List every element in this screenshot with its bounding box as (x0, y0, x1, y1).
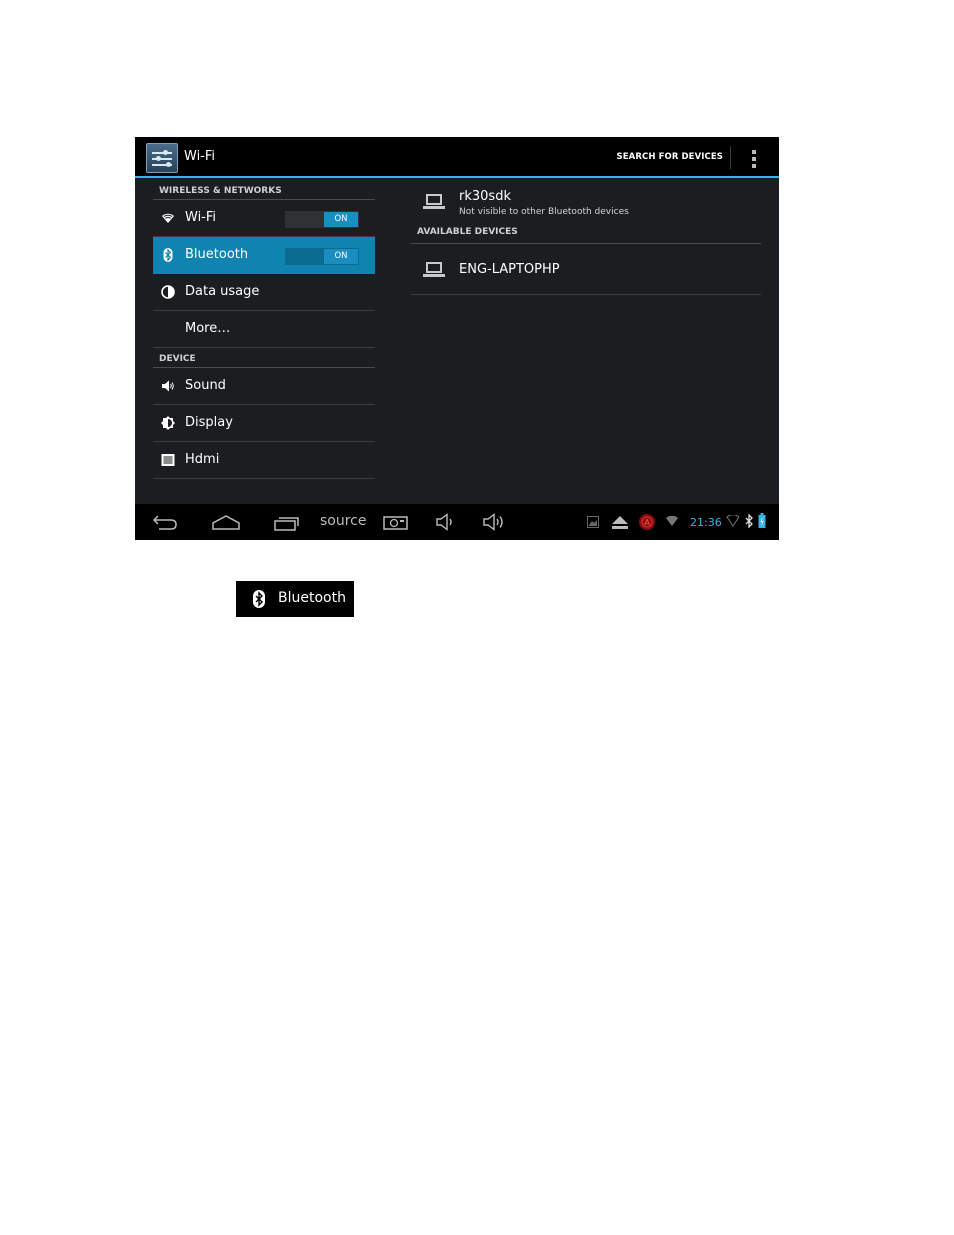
data-usage-label: Data usage (185, 284, 260, 299)
own-device: rk30sdk Not visible to other Bluetooth d… (411, 180, 761, 222)
svg-text:A: A (644, 518, 650, 527)
hdmi-label: Hdmi (185, 452, 220, 467)
home-icon[interactable] (211, 513, 241, 531)
display-label: Display (185, 415, 233, 430)
gallery-notification-icon (587, 516, 599, 528)
back-icon[interactable] (151, 513, 179, 531)
bluetooth-status-icon (745, 514, 753, 528)
settings-item-sound[interactable]: Sound (153, 368, 375, 405)
settings-item-wifi[interactable]: Wi-Fi ON (153, 200, 375, 237)
bluetooth-icon (253, 590, 265, 608)
bluetooth-toggle[interactable]: ON (285, 248, 359, 265)
bluetooth-label: Bluetooth (185, 247, 249, 262)
wifi-toggle[interactable]: ON (285, 211, 359, 228)
bluetooth-callout-label: Bluetooth (278, 590, 346, 606)
sound-label: Sound (185, 378, 226, 393)
wifi-status-icon (666, 516, 678, 526)
bluetooth-panel: rk30sdk Not visible to other Bluetooth d… (411, 180, 761, 295)
settings-item-bluetooth[interactable]: Bluetooth ON (153, 237, 375, 274)
tablet-screen: Wi-Fi SEARCH FOR DEVICES WIRELESS & NETW… (135, 137, 779, 540)
source-button[interactable]: source (320, 513, 367, 529)
wifi-toggle-on: ON (324, 212, 358, 227)
battery-icon (758, 513, 766, 528)
settings-item-more[interactable]: More… (153, 311, 375, 348)
settings-icon[interactable] (146, 143, 178, 173)
laptop-icon (423, 262, 445, 278)
eject-icon (612, 516, 628, 529)
brightness-icon (161, 416, 175, 430)
hdmi-icon (161, 454, 175, 466)
volume-down-icon[interactable] (435, 513, 457, 531)
alert-notification-icon: A (639, 514, 655, 530)
action-bar: Wi-Fi SEARCH FOR DEVICES (135, 137, 779, 178)
section-header-wireless: WIRELESS & NETWORKS (153, 180, 375, 200)
overflow-menu-icon[interactable] (752, 150, 756, 168)
wifi-icon (162, 213, 174, 223)
page-title: Wi-Fi (184, 149, 216, 164)
action-divider (730, 146, 731, 169)
bluetooth-callout: Bluetooth (236, 581, 354, 617)
settings-item-hdmi[interactable]: Hdmi (153, 442, 375, 479)
status-clock: 21:36 (690, 516, 722, 529)
wifi-label: Wi-Fi (185, 210, 217, 225)
settings-list: WIRELESS & NETWORKS Wi-Fi ON Bluetooth O… (153, 180, 375, 479)
volume-icon (162, 380, 174, 392)
data-usage-icon (161, 285, 175, 299)
more-label: More… (185, 321, 231, 336)
bluetooth-toggle-on: ON (324, 249, 358, 264)
settings-item-display[interactable]: Display (153, 405, 375, 442)
search-for-devices-button[interactable]: SEARCH FOR DEVICES (617, 152, 723, 162)
bluetooth-icon (163, 248, 173, 262)
system-navbar: source A 21:36 (135, 504, 779, 540)
own-device-status: Not visible to other Bluetooth devices (459, 207, 629, 217)
available-devices-header: AVAILABLE DEVICES (411, 222, 761, 244)
wifi-outline-icon (726, 515, 740, 527)
section-header-device: DEVICE (153, 348, 375, 368)
laptop-icon (423, 194, 445, 210)
screenshot-icon[interactable] (383, 513, 409, 531)
available-device-item[interactable]: ENG-LAPTOPHP (411, 244, 761, 295)
settings-item-data-usage[interactable]: Data usage (153, 274, 375, 311)
volume-up-icon[interactable] (482, 513, 508, 531)
own-device-name: rk30sdk (459, 189, 511, 204)
recent-apps-icon[interactable] (273, 513, 301, 531)
available-device-name: ENG-LAPTOPHP (459, 262, 560, 277)
